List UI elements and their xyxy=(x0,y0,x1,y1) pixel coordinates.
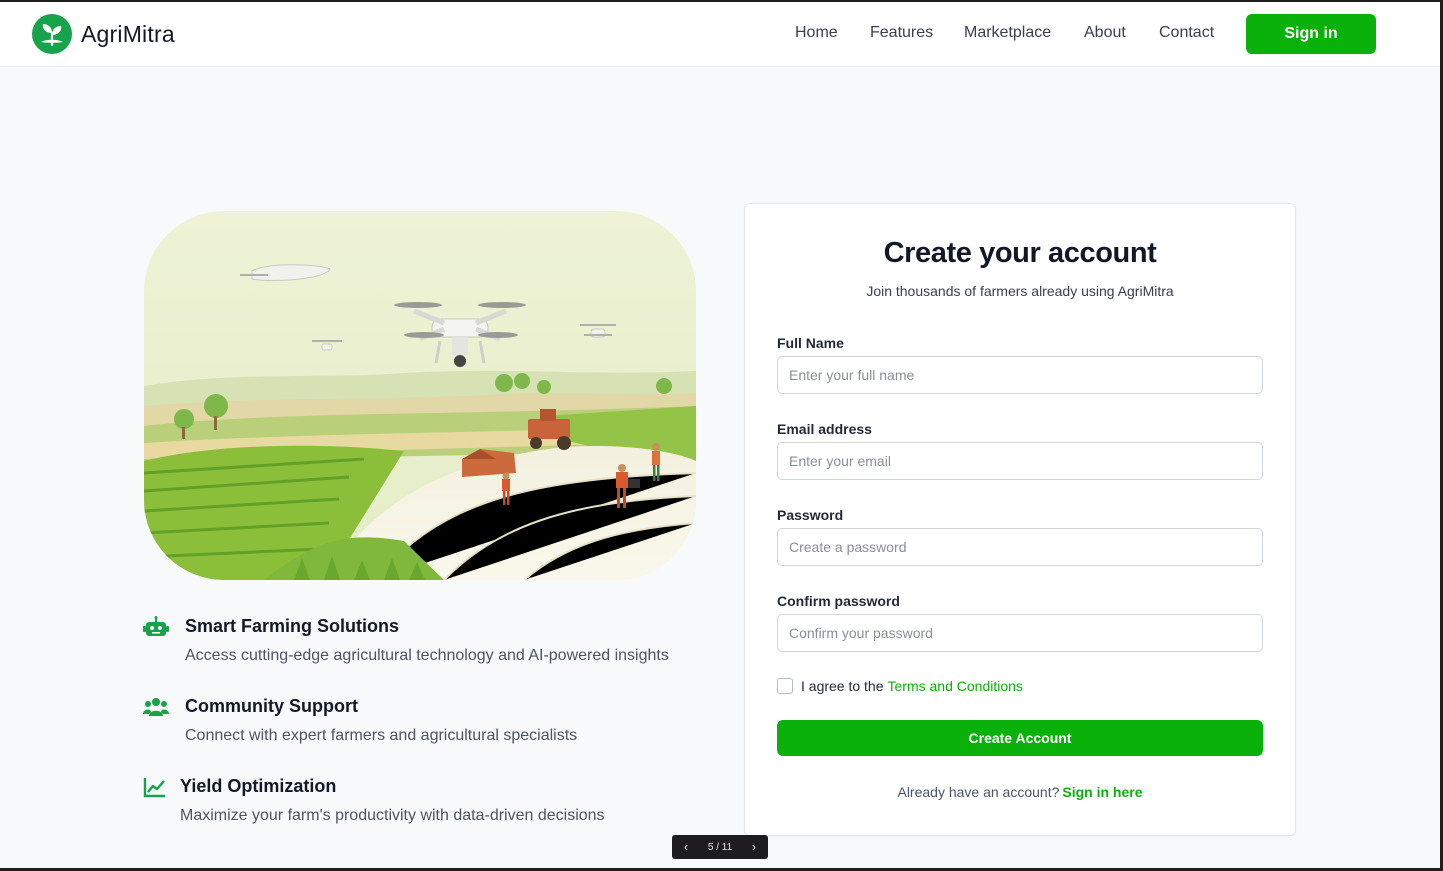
chevron-left-icon[interactable]: ‹ xyxy=(684,840,688,854)
chevron-right-icon[interactable]: › xyxy=(752,840,756,854)
chart-line-icon xyxy=(143,778,165,798)
robot-icon xyxy=(143,616,169,636)
feature-community-support: Community Support Connect with expert fa… xyxy=(143,694,703,750)
full-name-input[interactable] xyxy=(777,356,1263,394)
navbar: AgriMitra Home Features Marketplace Abou… xyxy=(0,2,1440,67)
terms-text: I agree to the xyxy=(801,678,884,694)
nav-link-about[interactable]: About xyxy=(1084,24,1126,42)
feature-smart-farming: Smart Farming Solutions Access cutting-e… xyxy=(143,614,703,670)
pager-label: 5 / 11 xyxy=(707,841,733,853)
feature-desc: Access cutting-edge agricultural technol… xyxy=(185,647,669,664)
form-title: Create your account xyxy=(883,237,1157,269)
terms-row: I agree to the Terms and Conditions xyxy=(777,678,1023,694)
brand-name: AgriMitra xyxy=(81,20,175,47)
confirm-password-label: Confirm password xyxy=(777,593,900,609)
terms-link[interactable]: Terms and Conditions xyxy=(888,678,1023,694)
signup-card: Create your account Join thousands of fa… xyxy=(744,203,1296,836)
feature-title: Yield Optimization xyxy=(180,776,337,796)
confirm-password-input[interactable] xyxy=(777,614,1263,652)
feature-yield-optimization: Yield Optimization Maximize your farm's … xyxy=(143,774,703,830)
feature-desc: Maximize your farm's productivity with d… xyxy=(180,807,605,824)
signin-prompt-text: Already have an account? xyxy=(897,784,1060,800)
password-label: Password xyxy=(777,507,844,523)
email-input[interactable] xyxy=(777,442,1263,480)
feature-title: Community Support xyxy=(185,696,358,716)
users-icon xyxy=(143,698,169,716)
signin-prompt: Already have an account? Sign in here xyxy=(745,784,1295,800)
nav-link-home[interactable]: Home xyxy=(795,24,838,42)
terms-checkbox[interactable] xyxy=(777,678,793,694)
email-label: Email address xyxy=(777,421,872,437)
sprout-logo-icon xyxy=(32,14,72,54)
nav-signin-button[interactable]: Sign in xyxy=(1246,14,1376,54)
form-subtitle: Join thousands of farmers already using … xyxy=(866,283,1174,299)
create-account-button[interactable]: Create Account xyxy=(777,720,1263,756)
feature-desc: Connect with expert farmers and agricult… xyxy=(185,727,578,744)
nav-link-contact[interactable]: Contact xyxy=(1159,24,1214,42)
signin-here-link[interactable]: Sign in here xyxy=(1062,784,1142,800)
slide-pager: ‹ 5 / 11 › xyxy=(672,835,768,859)
hero-illustration xyxy=(144,211,696,580)
password-input[interactable] xyxy=(777,528,1263,566)
nav-link-features[interactable]: Features xyxy=(870,24,933,42)
full-name-label: Full Name xyxy=(777,335,844,351)
nav-link-marketplace[interactable]: Marketplace xyxy=(964,24,1051,42)
feature-title: Smart Farming Solutions xyxy=(185,616,400,636)
brand[interactable]: AgriMitra xyxy=(32,14,175,54)
